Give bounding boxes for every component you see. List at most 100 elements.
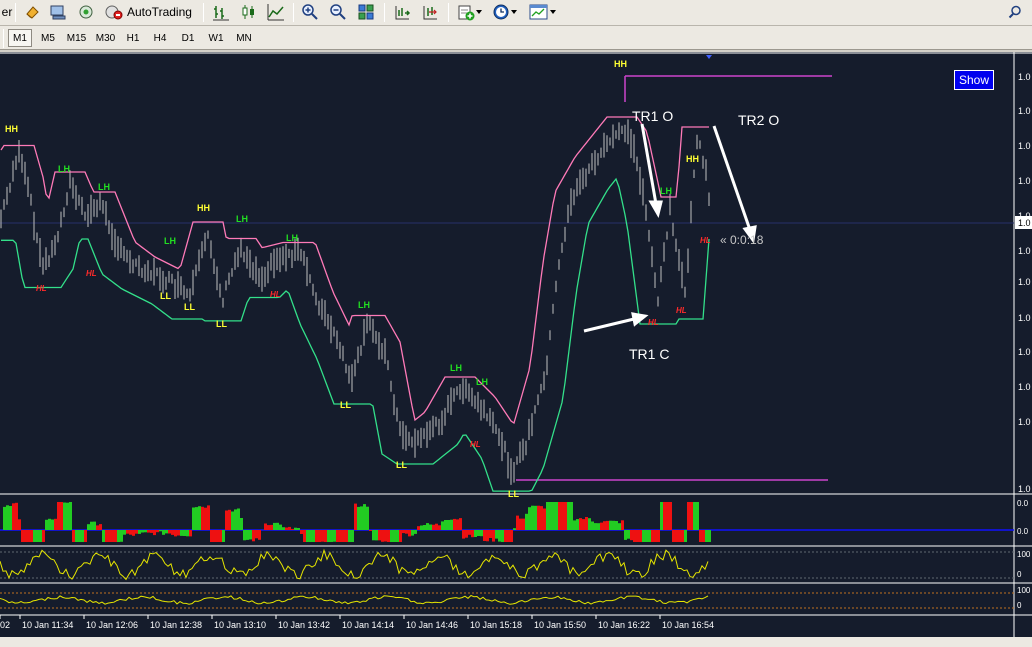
timeframe-h1[interactable]: H1 bbox=[121, 29, 145, 47]
histogram-bar bbox=[474, 530, 477, 537]
zoom-out-icon[interactable] bbox=[328, 2, 348, 22]
histogram-bar bbox=[462, 530, 465, 539]
histogram-bar bbox=[54, 518, 57, 530]
swing-label: LL bbox=[160, 291, 171, 301]
price-chart[interactable]: HH LH LH HL HL HH LH LH LH LL LL LL HL LH LL LH LH HL LL LL… bbox=[0, 52, 1032, 637]
timeframe-w1[interactable]: W1 bbox=[204, 29, 228, 47]
timeframe-h4[interactable]: H4 bbox=[148, 29, 172, 47]
histogram-bar bbox=[237, 508, 240, 530]
histogram-bar bbox=[300, 530, 303, 534]
histogram-bar bbox=[432, 524, 435, 530]
swing-label: LH bbox=[164, 236, 176, 246]
histogram-bar bbox=[663, 502, 666, 530]
histogram-bar bbox=[705, 530, 708, 542]
histogram-bar bbox=[426, 523, 429, 530]
histogram-bar bbox=[483, 530, 486, 541]
eraser-icon[interactable] bbox=[22, 2, 42, 22]
histogram-bar bbox=[372, 530, 375, 541]
swing-label: HL bbox=[36, 284, 47, 293]
chart-window[interactable]: HH LH LH HL HL HH LH LH LH LL LL LL HL LH LL LH LH HL LL LL… bbox=[0, 52, 1032, 647]
histogram-bar bbox=[123, 530, 126, 535]
toolbar-separator bbox=[3, 29, 4, 48]
autotrading-button[interactable]: AutoTrading bbox=[104, 2, 198, 22]
toolbar-partial-label: er bbox=[1, 5, 13, 19]
histogram-bar bbox=[375, 530, 378, 541]
chart-shift-icon[interactable] bbox=[392, 2, 412, 22]
time-axis-label: 10 Jan 12:06 bbox=[86, 620, 138, 630]
price-axis-label: 1.0 bbox=[1018, 176, 1031, 186]
histogram-bar bbox=[84, 530, 87, 542]
status-strip bbox=[0, 637, 1032, 647]
histogram-bar bbox=[135, 530, 138, 534]
terminal-icon[interactable] bbox=[48, 2, 68, 22]
timeframe-m5[interactable]: M5 bbox=[36, 29, 60, 47]
templates-dropdown[interactable] bbox=[526, 2, 560, 22]
tile-windows-icon[interactable] bbox=[356, 2, 376, 22]
shift-marker-icon[interactable] bbox=[706, 55, 712, 59]
timeframe-m1[interactable]: M1 bbox=[8, 29, 32, 47]
price-axis-label: 1.0 bbox=[1018, 484, 1031, 494]
swing-label: HL bbox=[648, 318, 659, 327]
histogram-bar bbox=[561, 502, 564, 530]
histogram-bar bbox=[327, 530, 330, 542]
histogram-bar bbox=[447, 520, 450, 530]
histogram-bar bbox=[6, 505, 9, 530]
histogram-bar bbox=[288, 526, 291, 530]
histogram-bar bbox=[21, 530, 24, 542]
histogram-bar bbox=[69, 502, 72, 530]
toolbar-separator bbox=[448, 3, 449, 22]
histogram-bar bbox=[393, 530, 396, 542]
swing-label: LL bbox=[396, 460, 407, 470]
time-axis-label: 10 Jan 14:14 bbox=[342, 620, 394, 630]
indicator-axis-label: 100 bbox=[1017, 586, 1031, 595]
upper-band-line bbox=[0, 116, 709, 425]
histogram-bar bbox=[57, 502, 60, 530]
histogram-bar bbox=[585, 517, 588, 530]
bar-chart-icon[interactable] bbox=[211, 2, 231, 22]
timeframe-m15[interactable]: M15 bbox=[63, 29, 90, 47]
show-button[interactable]: Show bbox=[954, 70, 994, 90]
histogram-bar bbox=[180, 530, 183, 536]
histogram-bar bbox=[318, 530, 321, 542]
histogram-bar bbox=[621, 520, 624, 530]
histogram-bar bbox=[303, 530, 306, 542]
indicators-dropdown[interactable] bbox=[455, 2, 485, 22]
timeframe-m30[interactable]: M30 bbox=[92, 29, 119, 47]
histogram-bar bbox=[273, 522, 276, 530]
histogram-bar bbox=[564, 502, 567, 530]
histogram-bar bbox=[690, 502, 693, 530]
histogram-bar bbox=[189, 530, 192, 537]
histogram-bar bbox=[480, 530, 483, 537]
toolbar-separator bbox=[384, 3, 385, 22]
histogram-bar bbox=[384, 530, 387, 542]
zoom-in-icon[interactable] bbox=[300, 2, 320, 22]
time-axis-label: 10 Jan 13:10 bbox=[214, 620, 266, 630]
histogram-bar bbox=[231, 511, 234, 530]
histogram-bar bbox=[210, 530, 213, 542]
histogram-bar bbox=[66, 502, 69, 530]
histogram-bar bbox=[546, 502, 549, 530]
histogram-bar bbox=[624, 530, 627, 540]
histogram-bar bbox=[615, 521, 618, 530]
histogram-bar bbox=[342, 530, 345, 542]
price-axis-label: 1.0 bbox=[1018, 277, 1031, 287]
histogram-bar bbox=[468, 530, 471, 535]
toolbar-separator bbox=[203, 3, 204, 22]
candlestick-icon[interactable] bbox=[239, 2, 259, 22]
line-chart-icon[interactable] bbox=[266, 2, 286, 22]
search-icon[interactable] bbox=[1005, 2, 1025, 22]
indicator-axis-label: 0 bbox=[1017, 570, 1022, 579]
timeframe-mn[interactable]: MN bbox=[232, 29, 256, 47]
periods-dropdown[interactable] bbox=[489, 2, 521, 22]
autotrading-label: AutoTrading bbox=[127, 5, 192, 19]
autoscroll-icon[interactable] bbox=[420, 2, 440, 22]
timeframe-d1[interactable]: D1 bbox=[176, 29, 200, 47]
signal-icon[interactable] bbox=[76, 2, 96, 22]
histogram-bar bbox=[537, 505, 540, 530]
histogram-bar bbox=[633, 530, 636, 542]
histogram-bar bbox=[126, 530, 129, 534]
time-axis-label: 02 bbox=[0, 620, 10, 630]
histogram-bar bbox=[33, 530, 36, 542]
arrow-tr2o bbox=[712, 125, 752, 231]
histogram-bar bbox=[243, 530, 246, 541]
